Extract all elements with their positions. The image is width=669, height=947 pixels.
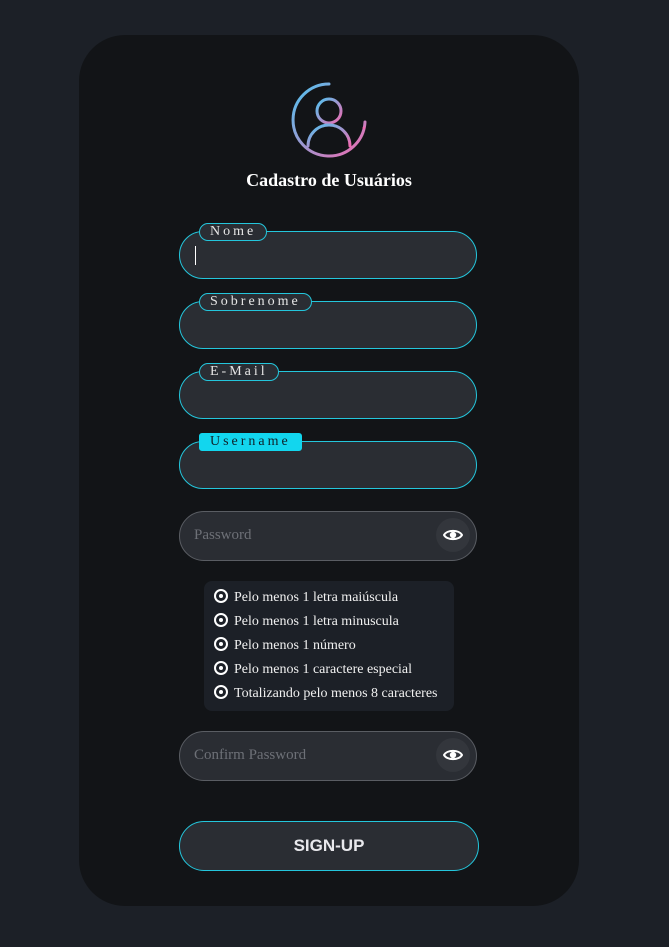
password-field[interactable]: Password	[179, 511, 477, 561]
confirm-password-placeholder: Confirm Password	[194, 747, 307, 763]
nome-label: Nome	[199, 223, 268, 241]
password-placeholder: Password	[194, 527, 252, 543]
username-field[interactable]: Username	[179, 433, 477, 489]
nome-field[interactable]: Nome	[179, 223, 477, 279]
radio-dot-icon	[214, 685, 228, 699]
page-title: Cadastro de Usuários	[246, 170, 412, 190]
password-rule-item: Totalizando pelo menos 8 caracteres	[214, 684, 438, 704]
password-rule-item: Pelo menos 1 letra minuscula	[214, 612, 399, 632]
user-avatar-icon	[291, 82, 367, 158]
radio-dot-icon	[214, 661, 228, 675]
email-label: E-Mail	[199, 363, 279, 381]
toggle-confirm-password-button[interactable]	[436, 738, 470, 772]
sobrenome-label: Sobrenome	[199, 293, 312, 311]
username-label: Username	[199, 433, 302, 451]
password-rule-item: Pelo menos 1 caractere especial	[214, 660, 412, 680]
radio-dot-icon	[214, 589, 228, 603]
eye-icon	[443, 529, 463, 541]
password-rule-item: Pelo menos 1 número	[214, 636, 356, 656]
password-rule-text: Pelo menos 1 letra minuscula	[234, 614, 399, 629]
password-rule-text: Pelo menos 1 número	[234, 638, 356, 653]
toggle-password-button[interactable]	[436, 518, 470, 552]
signup-card: Cadastro de Usuários Nome Sobrenome E-Ma…	[79, 35, 579, 906]
text-caret	[195, 246, 196, 265]
password-rule-text: Pelo menos 1 caractere especial	[234, 662, 413, 677]
password-rule-item: Pelo menos 1 letra maiúscula	[214, 588, 398, 608]
password-rule-text: Pelo menos 1 letra maiúscula	[234, 590, 399, 605]
confirm-password-field[interactable]: Confirm Password	[179, 731, 477, 781]
password-rule-text: Totalizando pelo menos 8 caracteres	[234, 686, 438, 701]
password-rules: Pelo menos 1 letra maiúscula Pelo menos …	[204, 581, 454, 711]
signup-button[interactable]: SIGN-UP	[179, 821, 479, 871]
radio-dot-icon	[214, 637, 228, 651]
email-field[interactable]: E-Mail	[179, 363, 477, 419]
sobrenome-field[interactable]: Sobrenome	[179, 293, 477, 349]
eye-icon	[443, 749, 463, 761]
radio-dot-icon	[214, 613, 228, 627]
